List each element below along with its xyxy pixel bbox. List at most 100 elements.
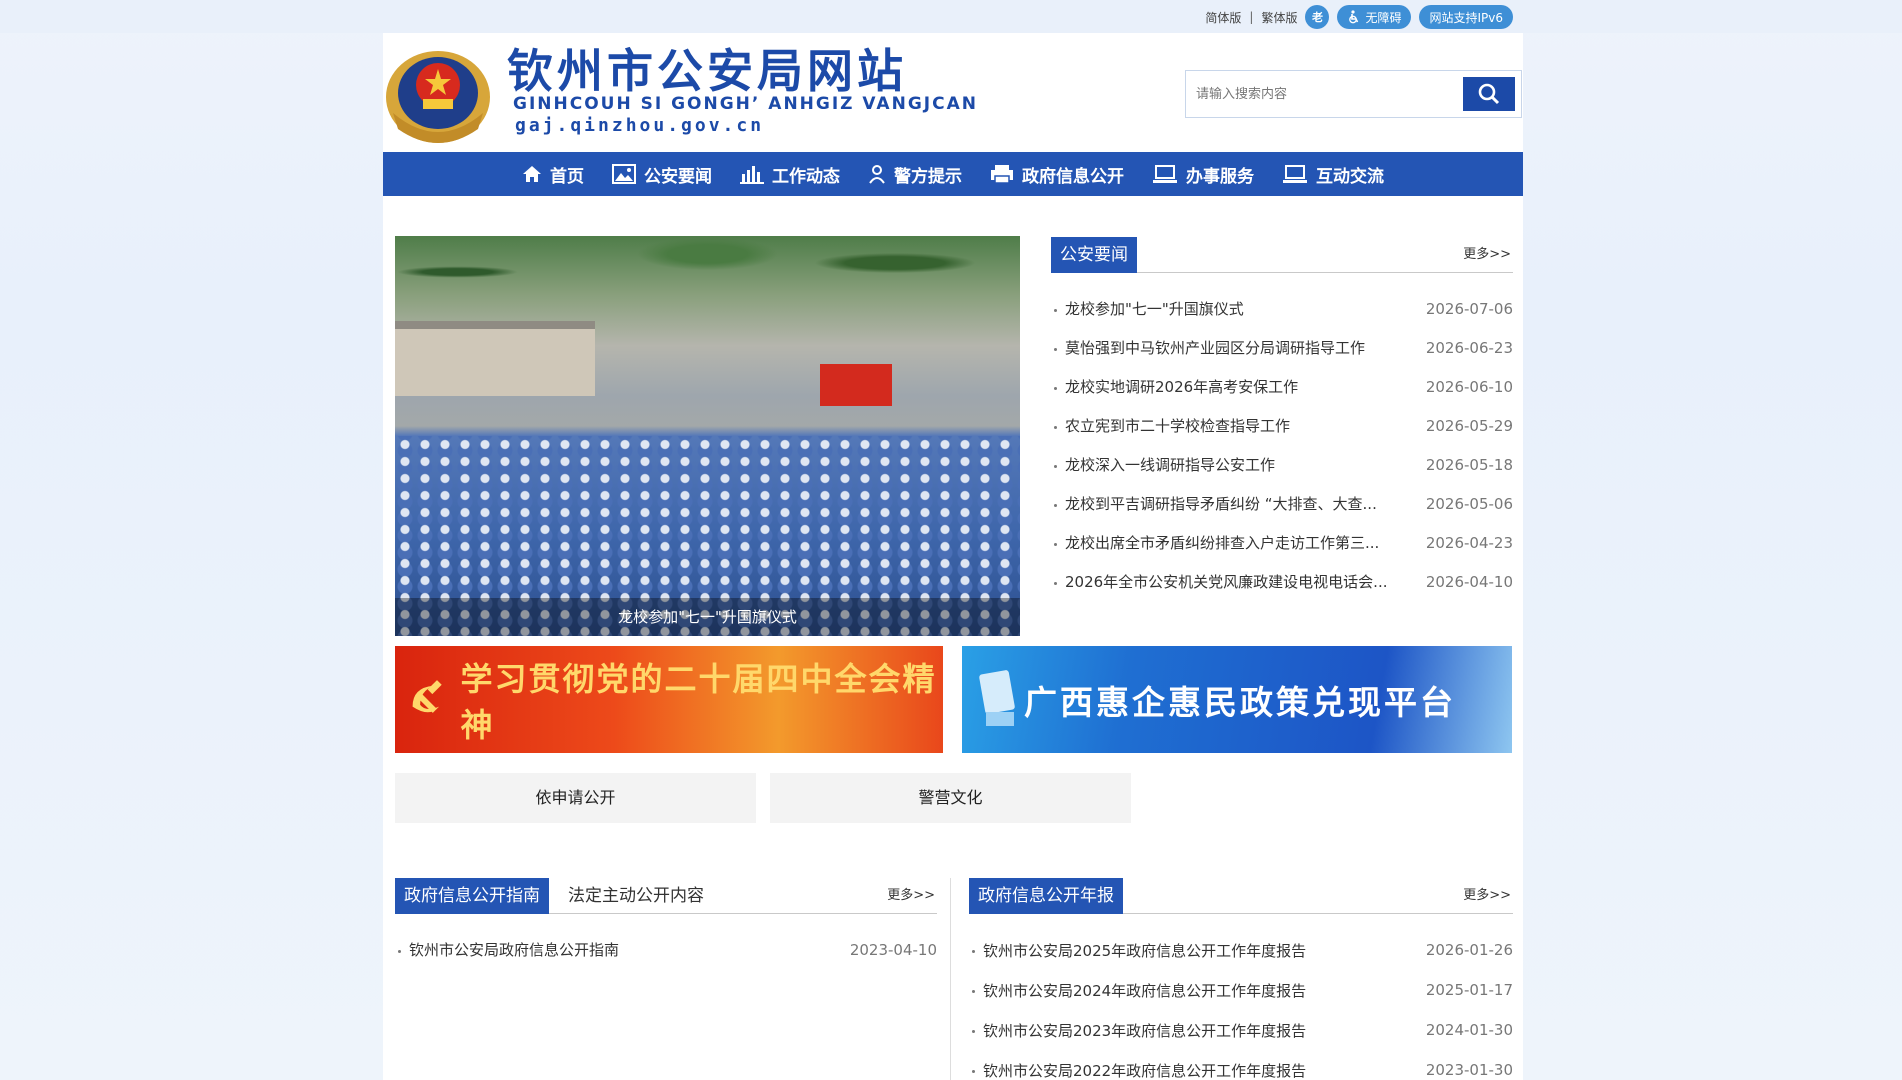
tab-annual-report[interactable]: 政府信息公开年报 <box>969 878 1123 914</box>
nav-work-updates[interactable]: 工作动态 <box>726 152 854 196</box>
hammer-sickle-icon <box>412 679 442 713</box>
quick-link-apply[interactable]: 依申请公开 <box>395 773 756 823</box>
news-title[interactable]: 莫怡强到中马钦州产业园区分局调研指导工作 <box>1051 337 1365 358</box>
slide-image-flag <box>820 364 892 406</box>
news-more-link[interactable]: 更多>> <box>1463 243 1511 262</box>
list-item[interactable]: 龙校到平吉调研指导矛盾纠纷 “大排查、大查... 2026-05-06 <box>1051 484 1513 523</box>
image-icon <box>612 164 636 184</box>
top-links: 简体版 | 繁体版 老 无障碍 网站支持IPv6 <box>1205 5 1513 29</box>
news-title[interactable]: 2026年全市公安机关党风廉政建设电视电话会... <box>1051 571 1387 592</box>
list-item[interactable]: 2026年全市公安机关党风廉政建设电视电话会... 2026-04-10 <box>1051 562 1513 601</box>
party-study-banner[interactable]: 学习贯彻党的二十届四中全会精神 <box>395 646 943 753</box>
list-item[interactable]: 钦州市公安局2023年政府信息公开工作年度报告 2024-01-30 <box>969 1010 1513 1050</box>
news-date: 2026-06-23 <box>1425 338 1513 357</box>
annual-title[interactable]: 钦州市公安局2024年政府信息公开工作年度报告 <box>969 980 1306 1001</box>
annual-more-link[interactable]: 更多>> <box>1463 884 1511 903</box>
news-list: 龙校参加"七一"升国旗仪式 2026-07-06 莫怡强到中马钦州产业园区分局调研… <box>1051 289 1513 601</box>
annual-date: 2026-01-26 <box>1425 941 1513 959</box>
list-item[interactable]: 龙校实地调研2026年高考安保工作 2026-06-10 <box>1051 367 1513 406</box>
nav-home[interactable]: 首页 <box>508 152 598 196</box>
slide-image <box>395 236 1020 326</box>
annual-title[interactable]: 钦州市公安局2022年政府信息公开工作年度报告 <box>969 1060 1306 1080</box>
news-title[interactable]: 龙校实地调研2026年高考安保工作 <box>1051 376 1298 397</box>
guide-more-link[interactable]: 更多>> <box>887 884 935 903</box>
list-item[interactable]: 钦州市公安局2025年政府信息公开工作年度报告 2026-01-26 <box>969 930 1513 970</box>
search-button[interactable] <box>1463 77 1515 111</box>
policy-platform-banner[interactable]: 广西惠企惠民政策兑现平台 <box>962 646 1512 753</box>
annual-panel-header: 政府信息公开年报 更多>> <box>969 876 1513 914</box>
traditional-link[interactable]: 繁体版 <box>1261 9 1297 26</box>
separator: | <box>1249 10 1254 24</box>
nav-label: 政府信息公开 <box>1022 166 1124 187</box>
list-item[interactable]: 钦州市公安局2024年政府信息公开工作年度报告 2025-01-17 <box>969 970 1513 1010</box>
search-input[interactable] <box>1186 73 1463 115</box>
nav-label: 工作动态 <box>772 166 840 187</box>
list-item[interactable]: 龙校出席全市矛盾纠纷排查入户走访工作第三... 2026-04-23 <box>1051 523 1513 562</box>
guide-date: 2023-04-10 <box>849 940 937 959</box>
annual-title[interactable]: 钦州市公安局2023年政府信息公开工作年度报告 <box>969 1020 1306 1041</box>
list-item[interactable]: 莫怡强到中马钦州产业园区分局调研指导工作 2026-06-23 <box>1051 328 1513 367</box>
guide-title[interactable]: 钦州市公安局政府信息公开指南 <box>395 939 619 960</box>
laptop-icon <box>1153 165 1177 183</box>
banner-right-text: 广西惠企惠民政策兑现平台 <box>1024 682 1456 722</box>
news-title[interactable]: 龙校深入一线调研指导公安工作 <box>1051 454 1275 475</box>
accessibility-label: 无障碍 <box>1365 10 1402 25</box>
news-title[interactable]: 龙校出席全市矛盾纠纷排查入户走访工作第三... <box>1051 532 1379 553</box>
nav-police-tips[interactable]: 警方提示 <box>854 152 976 196</box>
annual-title[interactable]: 钦州市公安局2025年政府信息公开工作年度报告 <box>969 940 1306 961</box>
tab-police-news[interactable]: 公安要闻 <box>1051 237 1137 273</box>
slide-image-building <box>395 321 595 396</box>
list-item[interactable]: 钦州市公安局政府信息公开指南 2023-04-10 <box>395 930 937 969</box>
nav-police-news[interactable]: 公安要闻 <box>598 152 726 196</box>
tab-info-guide[interactable]: 政府信息公开指南 <box>395 878 549 914</box>
tab-statutory-content[interactable]: 法定主动公开内容 <box>568 878 704 914</box>
nav-label: 互动交流 <box>1316 166 1384 187</box>
news-date: 2026-04-10 <box>1425 572 1513 591</box>
top-bar: 简体版 | 繁体版 老 无障碍 网站支持IPv6 <box>0 0 1902 33</box>
list-item[interactable]: 农立宪到市二十学校检查指导工作 2026-05-29 <box>1051 406 1513 445</box>
simplified-link[interactable]: 简体版 <box>1205 9 1241 26</box>
page-container: 钦州市公安局网站 GINHCOUH SI GONGH’ ANHGIZ VANGJ… <box>383 33 1523 1080</box>
news-date: 2026-07-06 <box>1425 299 1513 318</box>
elder-mode-icon[interactable]: 老 <box>1305 5 1330 29</box>
site-url: gaj.qinzhou.gov.cn <box>515 115 765 136</box>
printer-icon <box>991 165 1013 184</box>
list-item[interactable]: 龙校深入一线调研指导公安工作 2026-05-18 <box>1051 445 1513 484</box>
news-date: 2026-05-06 <box>1425 494 1513 513</box>
guide-list: 钦州市公安局政府信息公开指南 2023-04-10 <box>395 930 937 969</box>
news-title[interactable]: 龙校参加"七一"升国旗仪式 <box>1051 298 1244 319</box>
list-item[interactable]: 龙校参加"七一"升国旗仪式 2026-07-06 <box>1051 289 1513 328</box>
police-emblem-icon[interactable] <box>383 33 493 145</box>
annual-date: 2023-01-30 <box>1425 1061 1513 1079</box>
site-subtitle: GINHCOUH SI GONGH’ ANHGIZ VANGJCAN <box>513 94 978 114</box>
search-icon <box>1478 83 1500 105</box>
nav-gov-info[interactable]: 政府信息公开 <box>976 152 1138 196</box>
annual-list: 钦州市公安局2025年政府信息公开工作年度报告 2026-01-26 钦州市公安局… <box>969 930 1513 1080</box>
column-divider <box>950 878 951 1080</box>
banner-left-text: 学习贯彻党的二十届四中全会精神 <box>460 659 937 744</box>
news-title[interactable]: 农立宪到市二十学校检查指导工作 <box>1051 415 1290 436</box>
nav-label: 办事服务 <box>1186 166 1254 187</box>
news-panel-header: 公安要闻 更多>> <box>1051 235 1513 273</box>
site-header: 钦州市公安局网站 GINHCOUH SI GONGH’ ANHGIZ VANGJ… <box>383 33 1523 152</box>
home-icon <box>523 166 541 182</box>
laptop-icon <box>1283 165 1307 183</box>
nav-label: 公安要闻 <box>644 166 712 187</box>
main-nav: 首页 公安要闻 工作动态 警方提示 政府信息公开 办事服务 互动交流 <box>383 152 1523 196</box>
nav-services[interactable]: 办事服务 <box>1138 152 1268 196</box>
guide-panel-header: 政府信息公开指南 法定主动公开内容 更多>> <box>395 876 937 914</box>
quick-link-culture[interactable]: 警营文化 <box>770 773 1131 823</box>
nav-interaction[interactable]: 互动交流 <box>1268 152 1398 196</box>
slide-caption[interactable]: 龙校参加"七一"升国旗仪式 <box>395 598 1020 636</box>
annual-date: 2024-01-30 <box>1425 1021 1513 1039</box>
document-icon <box>979 670 1015 726</box>
news-date: 2026-04-23 <box>1425 533 1513 552</box>
accessibility-button[interactable]: 无障碍 <box>1337 5 1412 29</box>
ipv6-badge[interactable]: 网站支持IPv6 <box>1419 5 1513 29</box>
site-title[interactable]: 钦州市公安局网站 <box>507 35 907 101</box>
list-item[interactable]: 钦州市公安局2022年政府信息公开工作年度报告 2023-01-30 <box>969 1050 1513 1080</box>
news-title[interactable]: 龙校到平吉调研指导矛盾纠纷 “大排查、大查... <box>1051 493 1377 514</box>
news-slideshow[interactable]: 龙校参加"七一"升国旗仪式 <box>395 236 1020 636</box>
search-box <box>1185 70 1522 118</box>
bar-chart-icon <box>740 166 764 184</box>
